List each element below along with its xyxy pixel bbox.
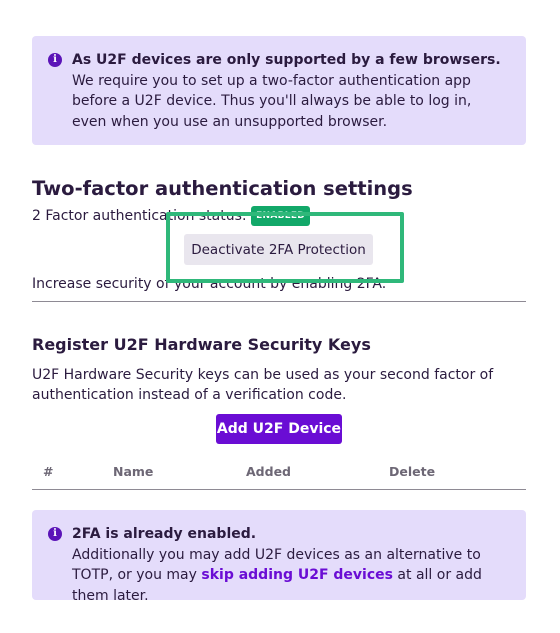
column-added: Added bbox=[246, 464, 291, 479]
status-badge: ENABLED bbox=[251, 206, 311, 226]
increase-security-text: Increase security of your account by ena… bbox=[32, 276, 387, 292]
column-number: # bbox=[43, 464, 54, 479]
add-u2f-device-button[interactable]: Add U2F Device bbox=[216, 414, 342, 444]
twofa-enabled-alert: i 2FA is already enabled. Additionally y… bbox=[32, 510, 526, 604]
divider bbox=[32, 301, 526, 302]
alert-body: We require you to set up a two-factor au… bbox=[72, 72, 472, 130]
deactivate-2fa-button[interactable]: Deactivate 2FA Protection bbox=[184, 234, 373, 265]
column-name: Name bbox=[113, 464, 154, 479]
alert-title: 2FA is already enabled. bbox=[72, 526, 257, 542]
u2f-section-title: Register U2F Hardware Security Keys bbox=[32, 335, 371, 354]
twofa-status-label: 2 Factor authentication status: bbox=[32, 208, 247, 224]
twofa-settings-title: Two-factor authentication settings bbox=[32, 177, 413, 200]
info-icon: i bbox=[48, 527, 62, 541]
u2f-table-header: # Name Added Delete bbox=[32, 462, 526, 490]
u2f-description: U2F Hardware Security keys can be used a… bbox=[32, 367, 494, 403]
u2f-browser-alert: i As U2F devices are only supported by a… bbox=[32, 36, 526, 145]
alert-title: As U2F devices are only supported by a f… bbox=[72, 52, 501, 68]
column-delete: Delete bbox=[389, 464, 436, 479]
info-icon: i bbox=[48, 53, 62, 67]
twofa-status-line: 2 Factor authentication status: ENABLED bbox=[32, 206, 311, 226]
skip-u2f-link[interactable]: skip adding U2F devices bbox=[201, 567, 393, 583]
